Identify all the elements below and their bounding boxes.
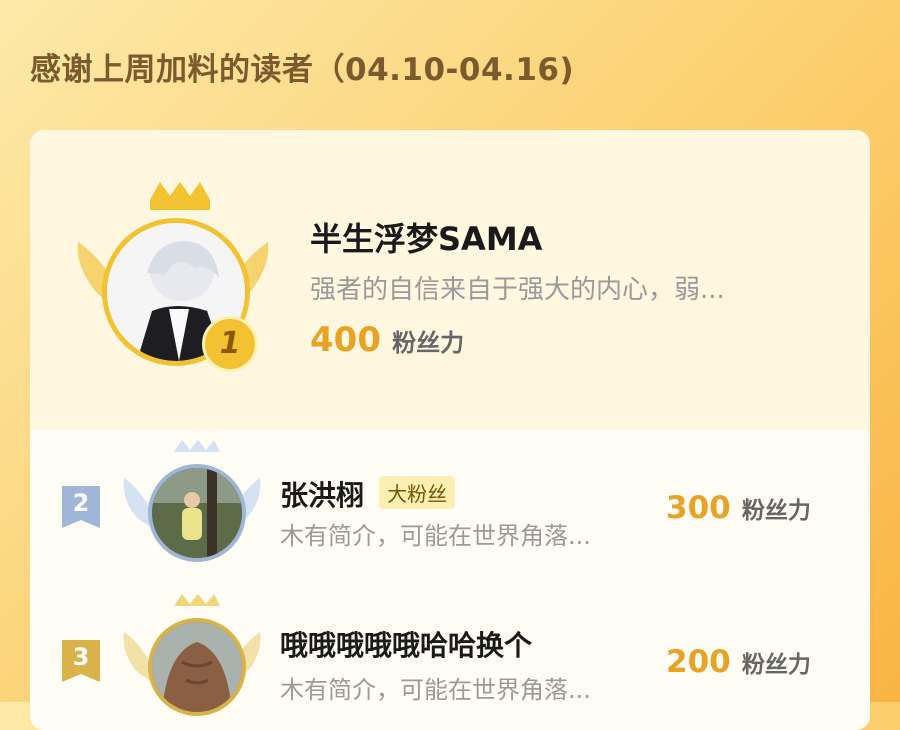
points-unit: 粉丝力 [392, 329, 465, 357]
reader-3-avatar[interactable] [148, 618, 246, 716]
reader-1-name[interactable]: 半生浮梦SAMA [310, 214, 542, 260]
crown-icon [174, 594, 220, 606]
reader-3-points: 200 粉丝力 [666, 644, 811, 680]
reader-1-points: 400 粉丝力 [310, 320, 464, 360]
reader-2-avatar[interactable] [148, 464, 246, 562]
points-value: 400 [310, 320, 381, 360]
rank-2-flag: 2 [62, 486, 100, 528]
reader-2-name[interactable]: 张洪栩 [280, 479, 364, 512]
avatar-photo-icon [152, 622, 242, 712]
reader-2-points: 300 粉丝力 [666, 490, 811, 526]
avatar-photo-icon [152, 468, 242, 558]
reader-3-bio: 木有简介，可能在世界角落... [280, 676, 591, 704]
crown-icon [174, 440, 220, 452]
leaderboard-card: 1 半生浮梦SAMA 强者的自信来自于强大的内心，弱... 400 粉丝力 2 … [30, 130, 870, 730]
rank-3-flag: 3 [62, 640, 100, 682]
points-value: 300 [666, 490, 731, 526]
reader-2-name-row: 张洪栩 大粉丝 [280, 474, 456, 514]
rank-1-badge: 1 [202, 316, 258, 372]
points-unit: 粉丝力 [741, 498, 811, 524]
points-unit: 粉丝力 [741, 652, 811, 678]
page-title: 感谢上周加料的读者（04.10-04.16) [30, 52, 575, 88]
reader-3-name[interactable]: 哦哦哦哦哦哈哈换个 [280, 624, 532, 664]
points-value: 200 [666, 644, 731, 680]
reader-1-bio: 强者的自信来自于强大的内心，弱... [310, 275, 725, 305]
fan-level-badge: 大粉丝 [379, 476, 456, 509]
crown-icon [150, 182, 210, 200]
reader-2-bio: 木有简介，可能在世界角落... [280, 522, 591, 550]
